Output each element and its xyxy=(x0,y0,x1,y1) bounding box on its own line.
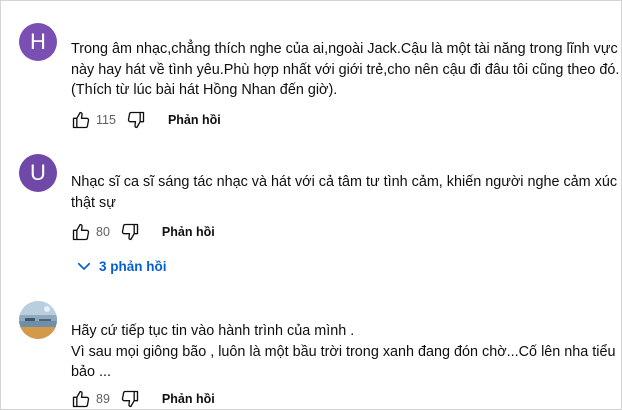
avatar[interactable] xyxy=(19,301,57,339)
comment-actions: 80 Phản hồi xyxy=(69,220,215,244)
like-count: 89 xyxy=(96,392,110,406)
comment-actions: 89 Phản hồi xyxy=(69,387,215,409)
comment-text-line: này hay hát về tình yêu.Phù hợp nhất với… xyxy=(71,61,620,78)
comment-text-line: Hãy cứ tiếp tục tin vào hành trình của m… xyxy=(71,323,355,339)
replies-count-label: 3 phản hồi xyxy=(99,258,167,274)
comment-text-line: thật sự xyxy=(71,194,116,211)
comment-text-line: bảo ... xyxy=(71,364,112,380)
comment-text: Nhạc sĩ ca sĩ sáng tác nhạc và hát với c… xyxy=(71,172,618,213)
comments-section: H Trong âm nhạc,chẳng thích nghe của ai,… xyxy=(0,0,622,410)
comment-text: Trong âm nhạc,chẳng thích nghe của ai,ng… xyxy=(71,39,620,101)
avatar-letter: U xyxy=(30,160,46,185)
comment-text-line: Trong âm nhạc,chẳng thích nghe của ai,ng… xyxy=(71,41,618,57)
thumbs-up-icon[interactable] xyxy=(69,387,93,409)
reply-button[interactable]: Phản hồi xyxy=(168,113,221,127)
thumbs-down-icon[interactable] xyxy=(118,220,142,244)
avatar-letter: H xyxy=(30,29,46,54)
chevron-down-icon xyxy=(77,262,91,270)
view-replies-button[interactable]: 3 phản hồi xyxy=(75,257,167,275)
comment-text-line: Nhạc sĩ ca sĩ sáng tác nhạc và hát với c… xyxy=(71,174,618,190)
comment-text: Hãy cứ tiếp tục tin vào hành trình của m… xyxy=(71,321,616,383)
landscape-avatar-image xyxy=(19,301,57,339)
like-count: 80 xyxy=(96,225,110,239)
comment-text-line: Vì sau mọi giông bão , luôn là một bầu t… xyxy=(71,343,616,360)
reply-button[interactable]: Phản hồi xyxy=(162,225,215,239)
thumbs-up-icon[interactable] xyxy=(69,108,93,132)
comment-actions: 115 Phản hồi xyxy=(69,108,221,132)
thumbs-down-icon[interactable] xyxy=(118,387,142,409)
thumbs-down-icon[interactable] xyxy=(124,108,148,132)
reply-button[interactable]: Phản hồi xyxy=(162,392,215,406)
avatar[interactable]: H xyxy=(19,23,57,61)
comment-text-line: (Thích từ lúc bài hát Hồng Nhan đến giờ)… xyxy=(71,82,338,98)
avatar[interactable]: U xyxy=(19,154,57,192)
thumbs-up-icon[interactable] xyxy=(69,220,93,244)
like-count: 115 xyxy=(96,113,116,127)
